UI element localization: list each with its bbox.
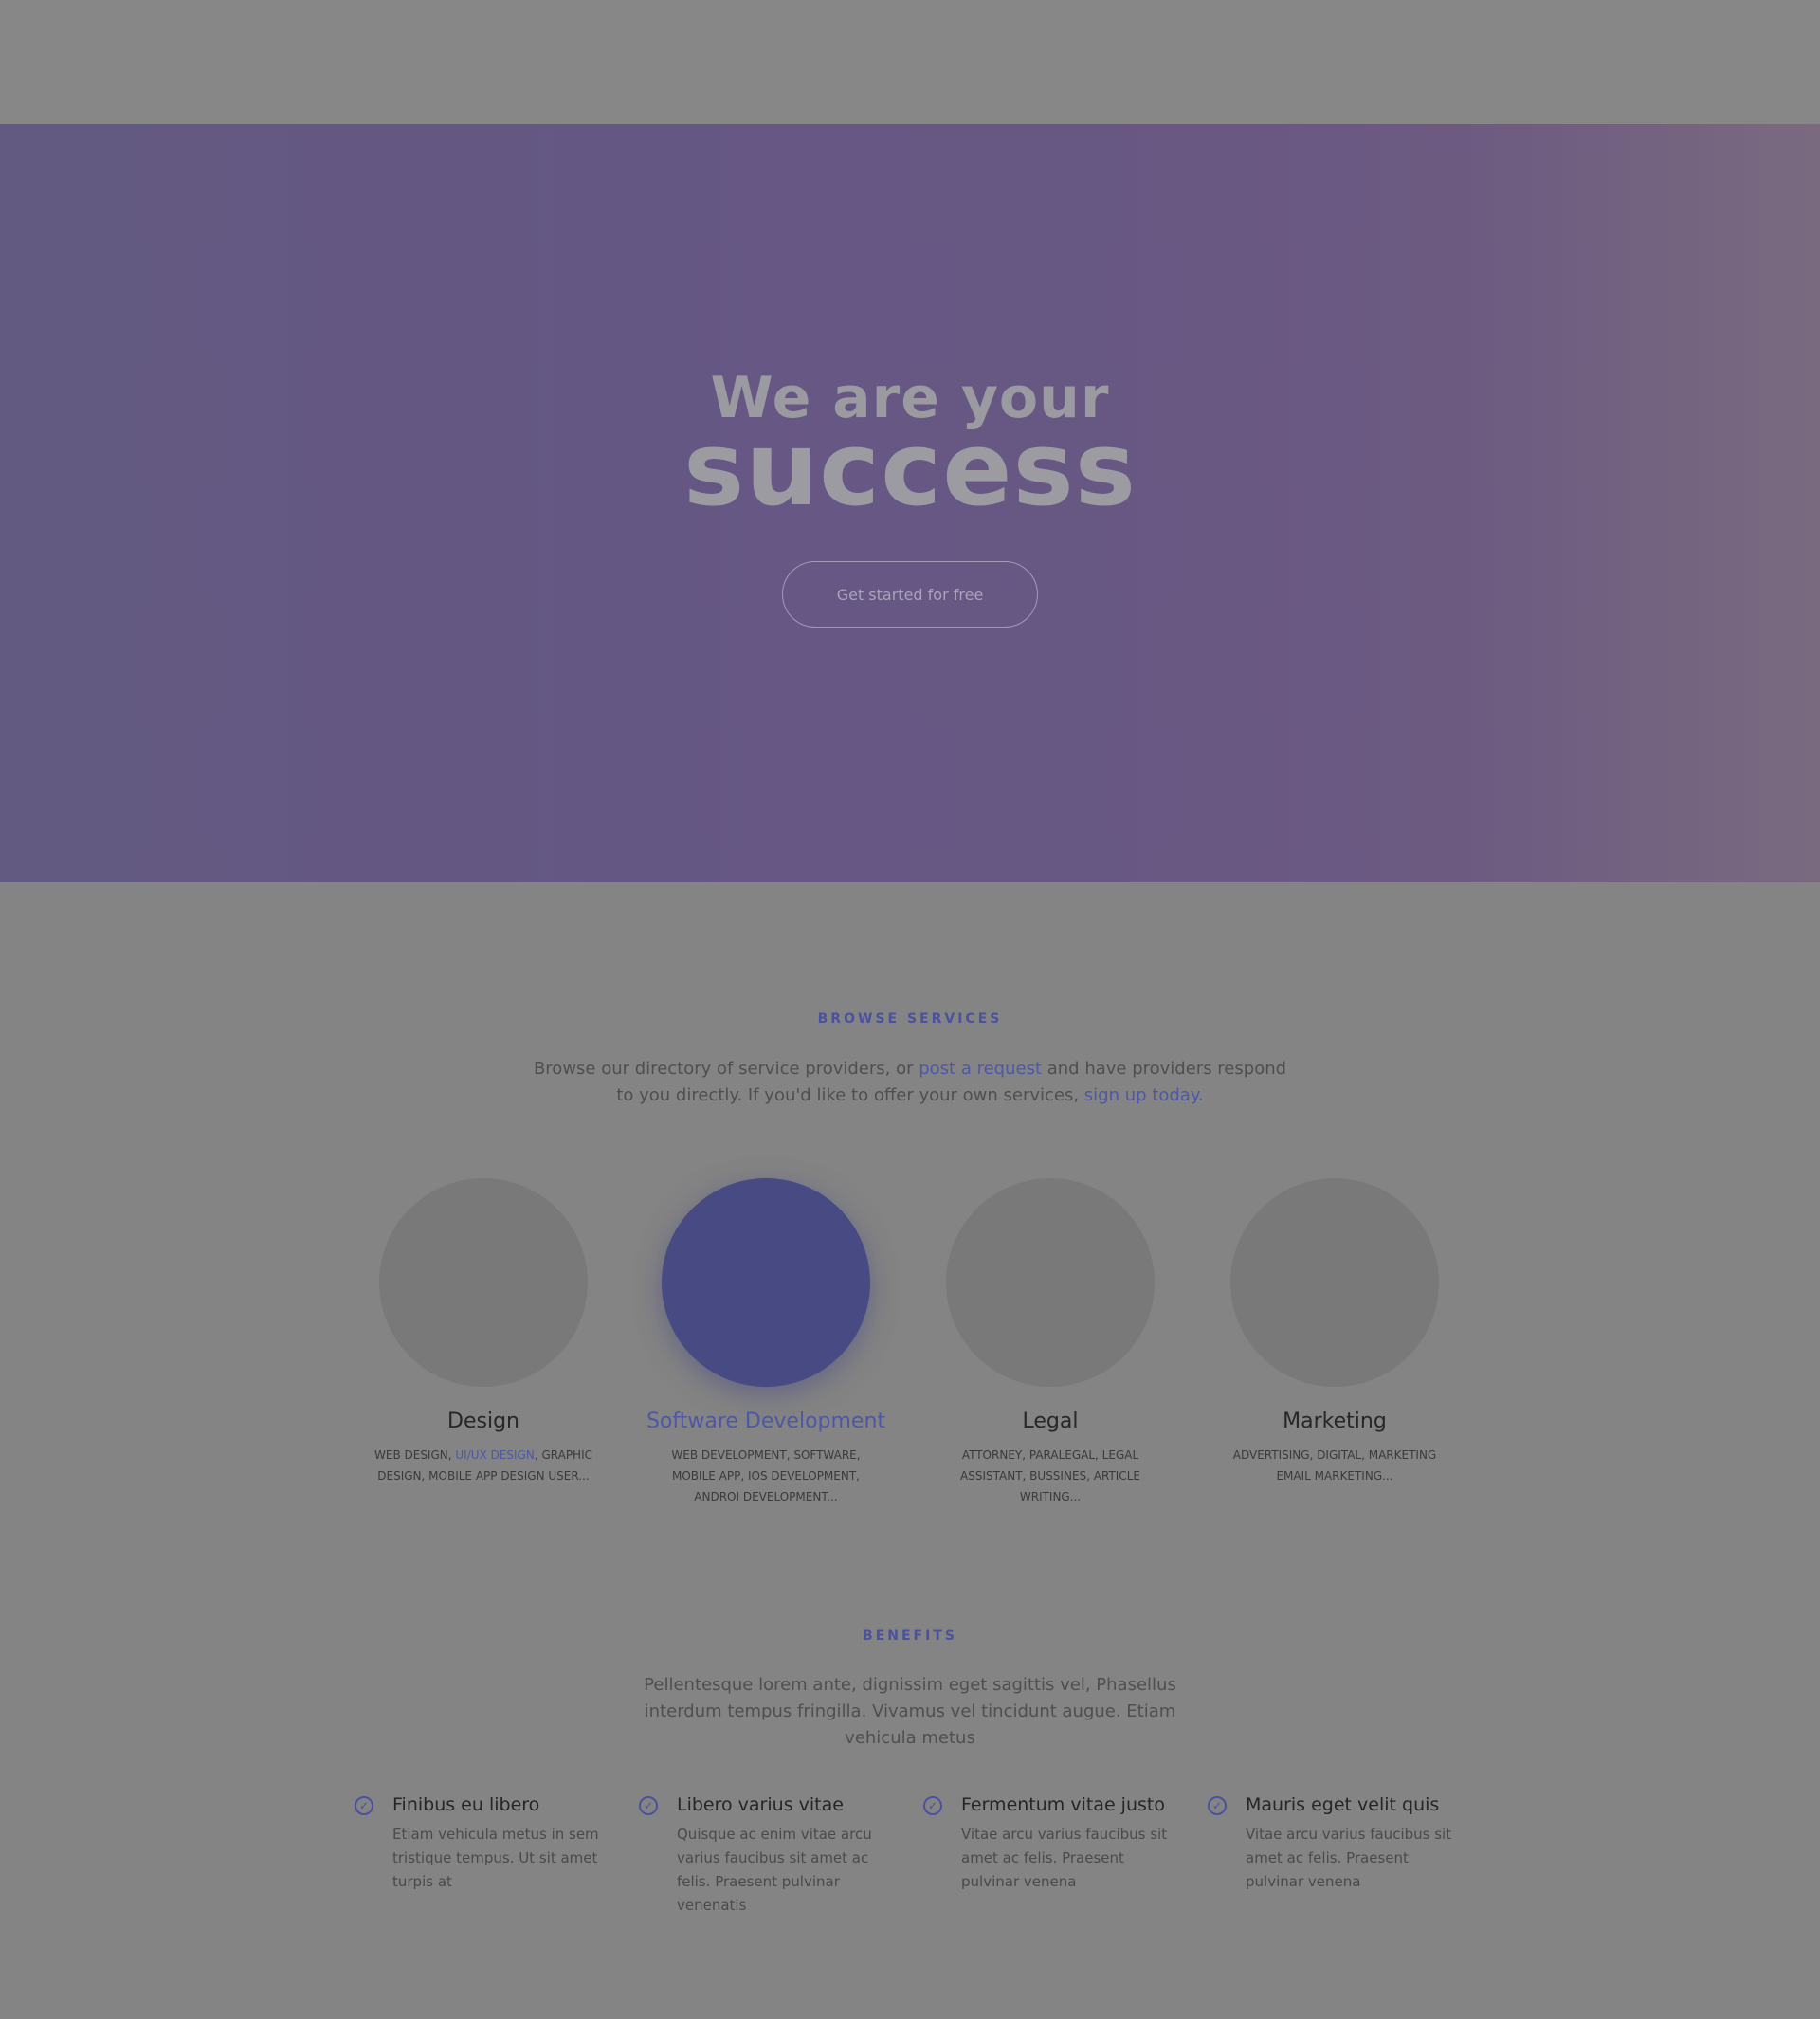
benefits-eyebrow: BENEFITS (863, 1628, 957, 1644)
hero-heading-line2: success (682, 410, 1138, 529)
benefit-item: ✓ Libero varius vitae Quisque ac enim vi… (639, 1794, 895, 1918)
benefit-item: ✓ Finibus eu libero Etiam vehicula metus… (355, 1794, 610, 1894)
benefit-text: Etiam vehicula metus in sem tristique te… (392, 1826, 599, 1890)
check-circle-icon: ✓ (639, 1796, 658, 1815)
browse-text-after: . (1197, 1085, 1204, 1105)
hero-section: We are your success Get started for free (0, 124, 1820, 882)
browse-text-before: Browse our directory of service provider… (533, 1059, 919, 1079)
software-development-service-image[interactable] (662, 1178, 870, 1387)
check-circle-icon: ✓ (355, 1796, 373, 1815)
service-card-legal[interactable]: Legal Attorney, paralegal, legal assista… (908, 1178, 1192, 1507)
service-title[interactable]: Design (341, 1410, 626, 1433)
benefit-text: Vitae arcu varius faucibus sit amet ac f… (961, 1826, 1168, 1890)
benefit-title: Finibus eu libero (392, 1794, 540, 1815)
benefit-text: Vitae arcu varius faucibus sit amet ac f… (1246, 1826, 1452, 1890)
design-service-image[interactable] (379, 1178, 588, 1387)
service-title[interactable]: Marketing (1192, 1410, 1477, 1433)
top-header-bar (0, 0, 1820, 124)
sign-up-link[interactable]: sign up today (1084, 1085, 1198, 1105)
check-circle-icon: ✓ (923, 1796, 942, 1815)
marketing-service-image[interactable] (1230, 1178, 1439, 1387)
benefits-description: Pellentesque lorem ante, dignissim eget … (644, 1675, 1176, 1748)
service-desc-before: Web design, (374, 1448, 456, 1462)
post-request-link[interactable]: post a request (919, 1059, 1042, 1079)
benefit-title: Mauris eget velit quis (1246, 1794, 1440, 1815)
benefit-item: ✓ Fermentum vitae justo Vitae arcu variu… (923, 1794, 1179, 1894)
benefit-title: Fermentum vitae justo (961, 1794, 1165, 1815)
get-started-button[interactable]: Get started for free (782, 561, 1038, 628)
benefit-text: Quisque ac enim vitae arcu varius faucib… (677, 1826, 872, 1914)
service-description: Web development, software, mobile app, I… (671, 1448, 861, 1503)
service-description: Web design, UI/UX design, graphic design… (370, 1445, 597, 1486)
benefit-title: Libero varius vitae (677, 1794, 844, 1815)
browse-services-eyebrow: BROWSE SERVICES (817, 1011, 1003, 1027)
check-circle-icon: ✓ (1208, 1796, 1227, 1815)
service-title[interactable]: Software Development (624, 1410, 908, 1433)
service-title[interactable]: Legal (908, 1410, 1192, 1433)
ui-ux-design-link[interactable]: UI/UX design (455, 1448, 534, 1462)
legal-service-image[interactable] (946, 1178, 1155, 1387)
service-description: Advertising, digital, marketing email ma… (1232, 1448, 1437, 1482)
service-description: Attorney, paralegal, legal assistant, bu… (960, 1448, 1140, 1503)
service-card-design[interactable]: Design Web design, UI/UX design, graphic… (341, 1178, 626, 1486)
browse-services-description: Browse our directory of service provider… (531, 1056, 1289, 1109)
service-card-software-development[interactable]: Software Development Web development, so… (624, 1178, 908, 1507)
benefit-item: ✓ Mauris eget velit quis Vitae arcu vari… (1208, 1794, 1464, 1894)
service-card-marketing[interactable]: Marketing Advertising, digital, marketin… (1192, 1178, 1477, 1486)
